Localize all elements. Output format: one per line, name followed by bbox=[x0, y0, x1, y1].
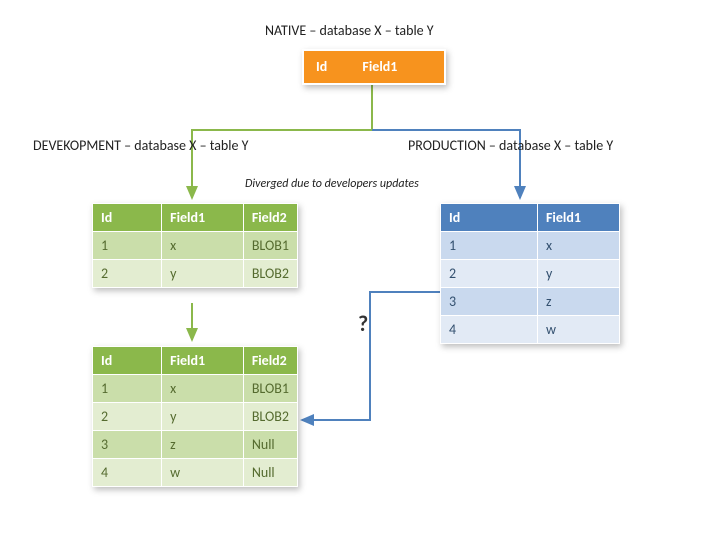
dev-col-f1: Field1 bbox=[162, 204, 244, 232]
title-dev: DEVEKOPMENT – database X – table Y bbox=[33, 137, 248, 154]
caption-diverged: Diverged due to developers updates bbox=[245, 177, 419, 191]
native-col-field1: Field1 bbox=[362, 51, 397, 75]
prod-col-f1: Field1 bbox=[538, 204, 620, 232]
table-row: 2y bbox=[441, 260, 620, 288]
table-row: 1x bbox=[441, 232, 620, 260]
title-native: NATIVE – database X – table Y bbox=[265, 22, 434, 39]
table-row: 2yBLOB2 bbox=[93, 260, 298, 288]
dev-col-id: Id bbox=[93, 204, 162, 232]
diagram-canvas: NATIVE – database X – table Y Id Field1 … bbox=[0, 0, 720, 540]
title-prod: PRODUCTION – database X – table Y bbox=[408, 137, 613, 154]
table-row: 1xBLOB1 bbox=[93, 232, 298, 260]
table-row: 3z bbox=[441, 288, 620, 316]
merged-col-id: Id bbox=[93, 347, 162, 375]
merged-col-f1: Field1 bbox=[162, 347, 244, 375]
native-col-id: Id bbox=[316, 51, 327, 75]
table-row: 4wNull bbox=[93, 459, 298, 487]
merged-table: Id Field1 Field2 1xBLOB1 2yBLOB2 3zNull … bbox=[92, 346, 298, 487]
prod-col-id: Id bbox=[441, 204, 538, 232]
question-mark: ? bbox=[358, 310, 368, 337]
table-row: 4w bbox=[441, 316, 620, 344]
dev-table: Id Field1 Field2 1xBLOB1 2yBLOB2 bbox=[92, 203, 298, 288]
table-row: 2yBLOB2 bbox=[93, 403, 298, 431]
prod-table: Id Field1 1x 2y 3z 4w bbox=[440, 203, 620, 344]
table-row: 3zNull bbox=[93, 431, 298, 459]
merged-col-f2: Field2 bbox=[243, 347, 297, 375]
native-table-header: Id Field1 bbox=[302, 49, 446, 85]
dev-col-f2: Field2 bbox=[243, 204, 297, 232]
table-row: 1xBLOB1 bbox=[93, 375, 298, 403]
